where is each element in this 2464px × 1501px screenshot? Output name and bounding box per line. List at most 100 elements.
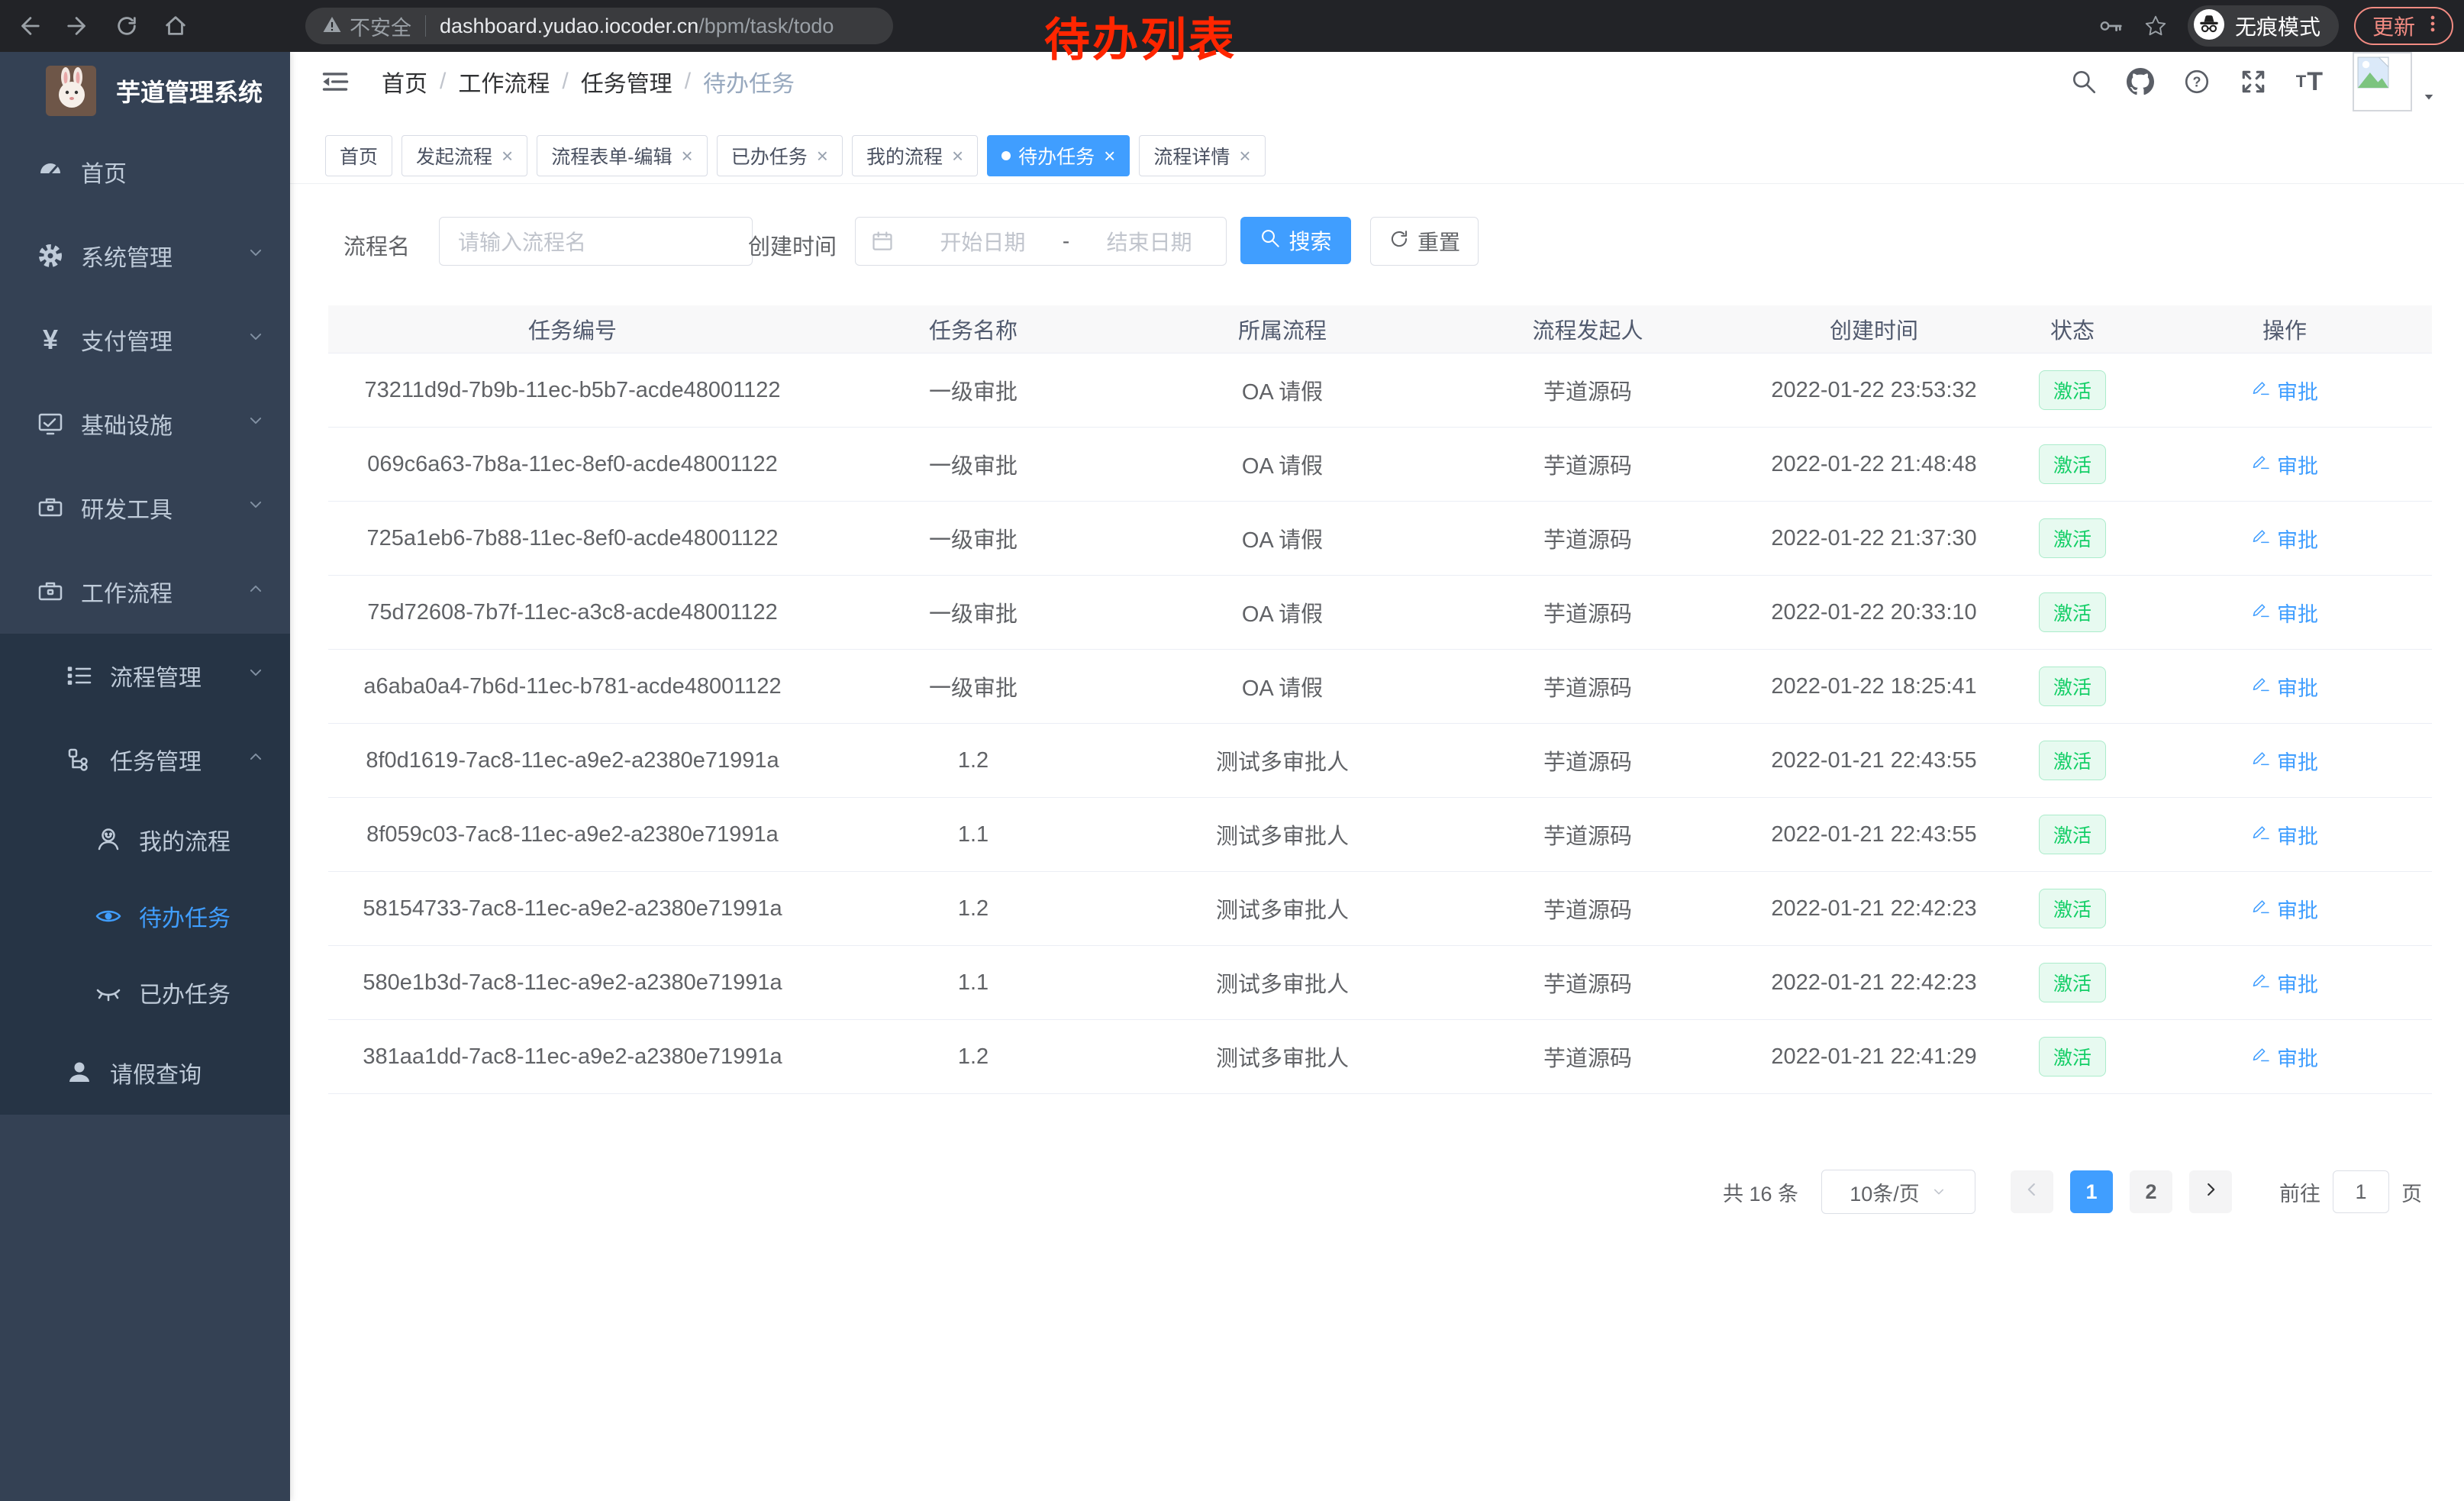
cell-task-id: 725a1eb6-7b88-11ec-8ef0-acde48001122	[328, 526, 817, 551]
cell-process: 测试多审批人	[1130, 744, 1435, 776]
fullscreen-icon[interactable]	[2240, 68, 2267, 95]
star-icon[interactable]	[2143, 14, 2168, 38]
url-path: /bpm/task/todo	[698, 15, 834, 38]
logo[interactable]: 芋道管理系统	[0, 52, 290, 130]
date-range-picker[interactable]: 开始日期 - 结束日期	[855, 217, 1227, 266]
sidebar-item-请假查询[interactable]: 请假查询	[0, 1031, 290, 1115]
approve-button[interactable]: 审批	[2251, 672, 2318, 702]
column-header: 流程发起人	[1435, 313, 1740, 345]
key-icon[interactable]	[2099, 14, 2124, 38]
cell-starter: 芋道源码	[1435, 893, 1740, 925]
tab-已办任务[interactable]: 已办任务×	[717, 135, 843, 176]
sidebar-item-研发工具[interactable]: 研发工具	[0, 466, 290, 550]
tab-待办任务[interactable]: 待办任务 ×	[987, 135, 1130, 176]
approve-button[interactable]: 审批	[2251, 376, 2318, 405]
breadcrumb-separator: /	[440, 69, 446, 95]
sidebar-collapse-icon[interactable]	[321, 67, 350, 100]
status-badge: 激活	[2039, 370, 2106, 410]
sidebar-item-流程管理[interactable]: 流程管理	[0, 634, 290, 718]
sidebar-item-任务管理[interactable]: 任务管理	[0, 718, 290, 802]
avatar[interactable]	[2353, 52, 2412, 111]
breadcrumb-item[interactable]: 任务管理	[581, 65, 672, 98]
sidebar-item-首页[interactable]: 首页	[0, 130, 290, 214]
process-name-input[interactable]: 请输入流程名	[439, 217, 753, 266]
forward-icon[interactable]	[63, 11, 93, 41]
pencil-icon	[2251, 1044, 2277, 1070]
eye-closed-icon	[93, 980, 124, 1006]
sidebar-item-基础设施[interactable]: 基础设施	[0, 382, 290, 466]
prev-page-button[interactable]	[2011, 1170, 2053, 1213]
next-page-button[interactable]	[2189, 1170, 2232, 1213]
avatar-caret-icon[interactable]	[2421, 89, 2437, 108]
pencil-icon	[2251, 526, 2277, 551]
sidebar-item-我的流程[interactable]: 我的流程	[0, 802, 290, 878]
tab-我的流程[interactable]: 我的流程 ×	[852, 135, 978, 176]
update-button[interactable]: 更新	[2354, 7, 2453, 45]
approve-button[interactable]: 审批	[2251, 598, 2318, 628]
sidebar-item-系统管理[interactable]: 系统管理	[0, 214, 290, 298]
table-row: 8f0d1619-7ac8-11ec-a9e2-a2380e71991a1.2测…	[328, 724, 2432, 798]
approve-button[interactable]: 审批	[2251, 968, 2318, 998]
reset-button[interactable]: 重置	[1370, 217, 1479, 266]
sidebar-item-label: 工作流程	[81, 575, 173, 608]
filter-bar: 流程名 请输入流程名 创建时间 开始日期 - 结束日期 搜索 重置	[290, 206, 2464, 282]
breadcrumb-item[interactable]: 工作流程	[458, 65, 550, 98]
kebab-menu-icon[interactable]	[2415, 12, 2444, 40]
sidebar-item-工作流程[interactable]: 工作流程	[0, 550, 290, 634]
tab-label: 我的流程	[866, 142, 943, 169]
sidebar-item-label: 系统管理	[81, 239, 173, 273]
sidebar-item-已办任务[interactable]: 已办任务	[0, 954, 290, 1031]
start-date-placeholder: 开始日期	[906, 226, 1059, 257]
reload-icon[interactable]	[111, 11, 142, 41]
close-icon[interactable]: ×	[682, 144, 693, 168]
tab-发起流程[interactable]: 发起流程×	[402, 135, 527, 176]
back-icon[interactable]	[14, 11, 44, 41]
close-icon[interactable]: ×	[1104, 144, 1115, 168]
cell-process: 测试多审批人	[1130, 818, 1435, 851]
dashboard-icon	[35, 159, 66, 185]
cell-task-name: 一级审批	[817, 596, 1130, 628]
cell-task-name: 1.1	[817, 970, 1130, 996]
tab-流程表单-编辑[interactable]: 流程表单-编辑×	[537, 135, 708, 176]
goto-page-input[interactable]: 1	[2333, 1170, 2389, 1213]
breadcrumb-item[interactable]: 首页	[382, 65, 427, 98]
github-icon[interactable]	[2127, 68, 2154, 95]
eye-open-icon	[93, 903, 124, 929]
sidebar-item-支付管理[interactable]: ¥支付管理	[0, 298, 290, 382]
address-bar[interactable]: 不安全 dashboard.yudao.iocoder.cn /bpm/task…	[305, 8, 893, 44]
page-button-1[interactable]: 1	[2070, 1170, 2113, 1213]
sidebar-item-待办任务[interactable]: 待办任务	[0, 878, 290, 954]
cell-task-id: 73211d9d-7b9b-11ec-b5b7-acde48001122	[328, 378, 817, 403]
close-icon[interactable]: ×	[502, 144, 513, 168]
close-icon[interactable]: ×	[1239, 144, 1250, 168]
cell-task-name: 1.2	[817, 1044, 1130, 1070]
tab-首页[interactable]: 首页	[325, 135, 392, 176]
tags-view: 首页发起流程×流程表单-编辑×已办任务×我的流程×待办任务×流程详情×	[290, 128, 2464, 184]
tab-label: 首页	[340, 142, 378, 169]
page-button-2[interactable]: 2	[2130, 1170, 2172, 1213]
approve-button[interactable]: 审批	[2251, 524, 2318, 554]
cell-process: OA 请假	[1130, 670, 1435, 702]
tab-流程详情[interactable]: 流程详情×	[1139, 135, 1265, 176]
approve-button[interactable]: 审批	[2251, 820, 2318, 850]
cell-process: OA 请假	[1130, 374, 1435, 406]
search-button[interactable]: 搜索	[1240, 217, 1351, 264]
home-icon[interactable]	[160, 11, 191, 41]
tab-label: 待办任务	[1018, 142, 1095, 169]
page-suffix: 页	[2401, 1177, 2422, 1207]
font-size-icon[interactable]: TT	[2296, 67, 2324, 97]
active-dot	[1001, 151, 1011, 160]
table-header: 任务编号任务名称所属流程流程发起人创建时间状态操作	[328, 305, 2432, 353]
help-icon[interactable]: ?	[2183, 68, 2211, 95]
cell-task-name: 1.2	[817, 896, 1130, 922]
cell-process: 测试多审批人	[1130, 967, 1435, 999]
approve-button[interactable]: 审批	[2251, 450, 2318, 479]
approve-button[interactable]: 审批	[2251, 894, 2318, 924]
close-icon[interactable]: ×	[952, 144, 963, 168]
search-icon[interactable]	[2070, 68, 2098, 95]
approve-button[interactable]: 审批	[2251, 1042, 2318, 1072]
chevron-down-icon	[246, 327, 266, 353]
page-size-select[interactable]: 10条/页	[1821, 1170, 1975, 1214]
close-icon[interactable]: ×	[817, 144, 828, 168]
approve-button[interactable]: 审批	[2251, 746, 2318, 776]
